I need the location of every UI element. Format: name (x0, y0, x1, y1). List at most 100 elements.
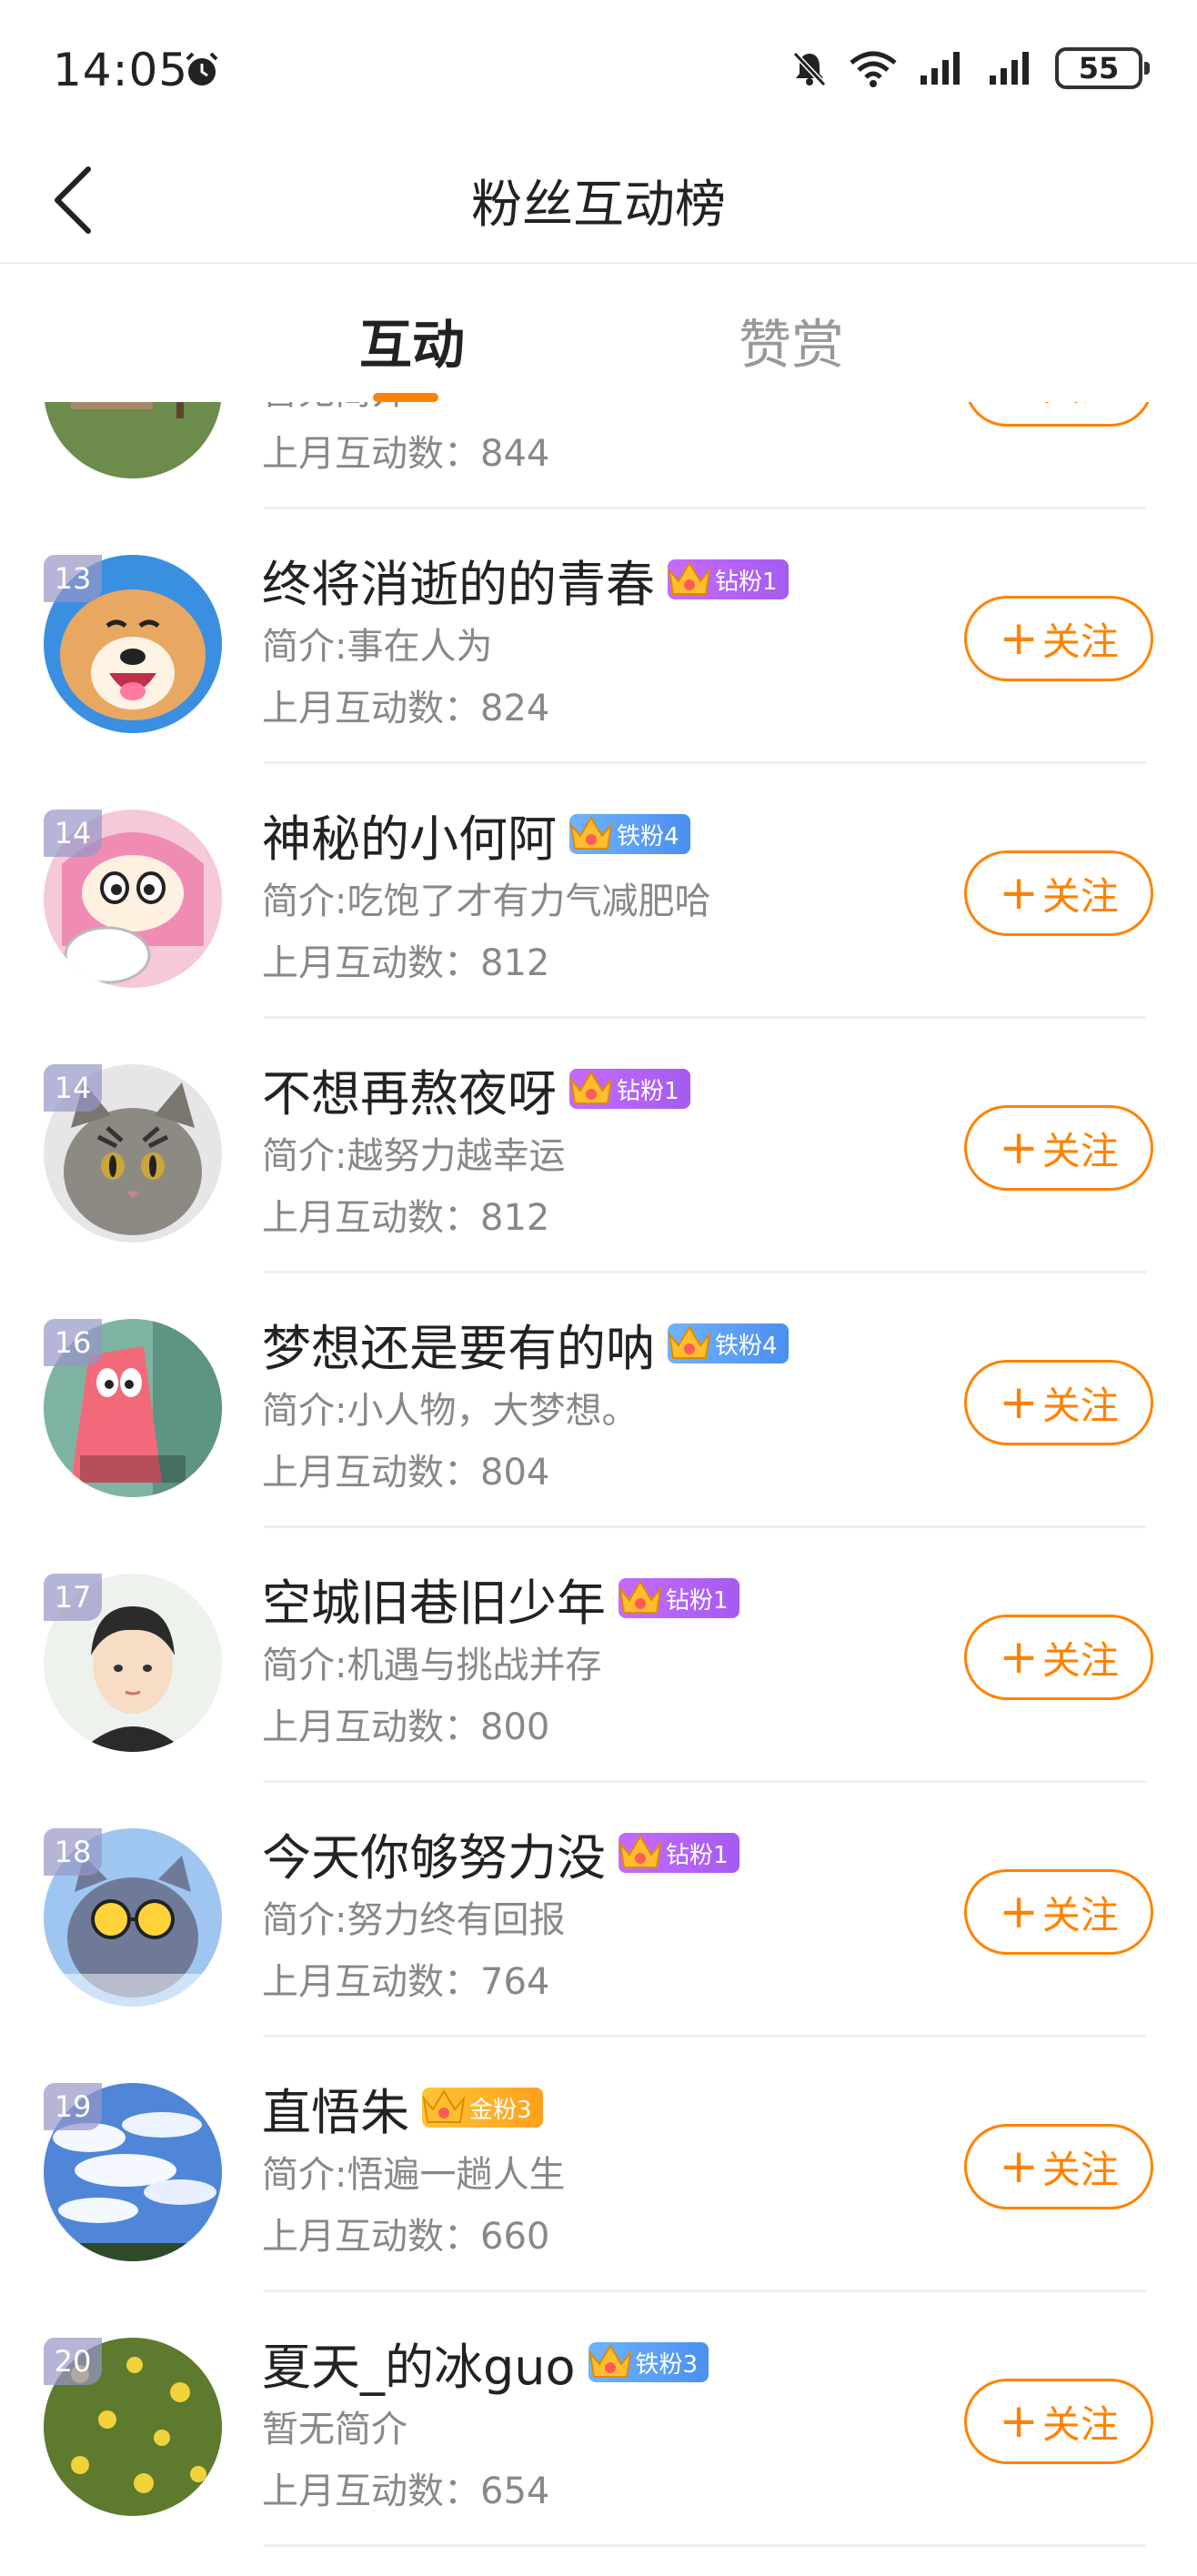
plus-icon: + (999, 1885, 1039, 1939)
fan-list[interactable]: 暂无简介 上月互动数：844 +关注 13 终将消逝的的青春 (0, 402, 1197, 2576)
count-label: 上月互动数： (262, 1452, 480, 1494)
fan-row: 13 终将消逝的的青春 钻粉1 简介:事在人为 上月互动数：824 + 关注 (0, 509, 1197, 764)
follow-button[interactable]: +关注 (964, 402, 1153, 427)
follow-label: 关注 (1041, 873, 1119, 919)
plus-icon: + (999, 611, 1039, 666)
user-name[interactable]: 今天你够努力没 (262, 1817, 606, 1889)
follow-label: 关注 (1041, 1383, 1119, 1428)
count-value: 800 (480, 1706, 550, 1748)
fan-badge-label: 铁粉4 (715, 1332, 778, 1360)
user-intro: 简介:悟遍一趟人生 (262, 2154, 566, 2196)
follow-button[interactable]: +关注 (964, 2124, 1153, 2209)
count-label: 上月互动数： (262, 1961, 480, 2003)
fan-row: 16 梦想还是要有的呐 铁粉4 简介:小人物，大梦想。 上月互动数：804 + … (0, 1273, 1197, 1528)
plus-icon: + (999, 1375, 1039, 1430)
interaction-count: 上月互动数：812 (262, 1188, 549, 1241)
fan-row: 19 直悟朱 金粉3 简介:悟遍一趟人生 上月互动数：660 + 关注 (0, 2038, 1197, 2292)
rank-badge: 19 (44, 2083, 102, 2130)
count-value: 812 (480, 942, 550, 984)
follow-label: 关注 (1041, 1892, 1119, 1937)
plus-icon: + (999, 1121, 1039, 1175)
wifi-icon (850, 51, 897, 87)
rank-badge: 14 (44, 1064, 102, 1112)
plus-icon: + (999, 402, 1039, 408)
interaction-count: 上月互动数：654 (262, 2461, 549, 2514)
fan-badge: 铁粉3 (588, 2342, 709, 2382)
status-icons: 55 (790, 45, 1150, 91)
avatar[interactable] (44, 402, 222, 478)
fan-row: 14 不想再熬夜呀 钻粉1 简介:越努力越幸运 上月互动数：812 + 关注 (0, 1019, 1197, 1273)
fan-badge: 铁粉4 (569, 814, 690, 854)
interaction-count: 上月互动数：844 (262, 424, 549, 477)
follow-label: 关注 (1041, 1637, 1119, 1683)
name-line: 神秘的小何阿 铁粉4 (262, 802, 690, 868)
fan-badge: 钻粉1 (569, 1069, 690, 1109)
crown-icon (588, 2344, 632, 2378)
name-line: 梦想还是要有的呐 铁粉4 (262, 1312, 789, 1377)
user-name[interactable]: 夏天_的冰guo (262, 2327, 576, 2399)
count-value: 764 (480, 1961, 550, 2003)
user-name[interactable]: 空城旧巷旧少年 (262, 1563, 606, 1635)
rank-badge: 16 (44, 1319, 102, 1366)
follow-button[interactable]: +关注 (964, 1615, 1153, 1700)
name-line: 今天你够努力没 钻粉1 (262, 1821, 739, 1887)
fan-row: 20 夏天_的冰guo 铁粉3 暂无简介 上月互动数：654 + 关注 (0, 2292, 1197, 2547)
tab-interaction[interactable]: 互动 (359, 302, 465, 378)
rank-badge: 13 (44, 555, 102, 602)
user-intro: 简介:小人物，大梦想。 (262, 1390, 639, 1432)
interaction-count: 上月互动数：812 (262, 933, 549, 986)
plus-icon: + (999, 2394, 1039, 2449)
tab-reward[interactable]: 赞赏 (739, 302, 844, 378)
user-intro: 暂无简介 (262, 2409, 407, 2450)
user-intro: 简介:越努力越幸运 (262, 1135, 566, 1177)
follow-button[interactable]: +关注 (964, 2379, 1153, 2464)
interaction-count: 上月互动数：660 (262, 2207, 549, 2259)
fan-badge-label: 钻粉1 (666, 1586, 729, 1615)
count-label: 上月互动数： (262, 2470, 480, 2512)
crown-icon (422, 2089, 466, 2123)
count-label: 上月互动数： (262, 433, 480, 475)
user-intro: 简介:机遇与挑战并存 (262, 1645, 602, 1686)
fan-badge-label: 金粉3 (469, 2096, 532, 2124)
user-name[interactable]: 神秘的小何阿 (262, 799, 557, 870)
tab-active-indicator (373, 393, 438, 402)
signal-icon (920, 52, 960, 85)
follow-label: 关注 (1041, 2401, 1119, 2447)
battery-level: 55 (1078, 51, 1120, 86)
crown-icon (569, 816, 613, 850)
follow-button[interactable]: +关注 (964, 596, 1153, 681)
crown-icon (619, 1835, 662, 1868)
alarm-icon (186, 52, 218, 86)
fan-badge-label: 钻粉1 (666, 1841, 729, 1869)
interaction-count: 上月互动数：824 (262, 679, 549, 731)
plus-icon: + (999, 1630, 1039, 1685)
battery-indicator: 55 (1055, 47, 1150, 89)
follow-button[interactable]: +关注 (964, 1105, 1153, 1191)
count-value: 824 (480, 688, 550, 730)
follow-label: 关注 (1041, 619, 1119, 664)
tab-bar: 互动 赞赏 (0, 266, 1197, 402)
interaction-count: 上月互动数：800 (262, 1697, 549, 1750)
follow-button[interactable]: +关注 (964, 1360, 1153, 1445)
user-name[interactable]: 终将消逝的的青春 (262, 544, 655, 616)
user-name[interactable]: 不想再熬夜呀 (262, 1053, 557, 1125)
user-intro: 暂无简介 (262, 402, 407, 415)
rank-badge: 14 (44, 810, 102, 857)
follow-button[interactable]: +关注 (964, 850, 1153, 936)
follow-label: 关注 (1042, 402, 1119, 412)
user-name[interactable]: 直悟朱 (262, 2072, 409, 2144)
rank-badge: 17 (44, 1574, 102, 1621)
user-name[interactable]: 梦想还是要有的呐 (262, 1308, 655, 1380)
name-line: 不想再熬夜呀 钻粉1 (262, 1057, 690, 1122)
follow-label: 关注 (1041, 1128, 1119, 1173)
follow-button[interactable]: +关注 (964, 1869, 1153, 1955)
fan-row: 18 今天你够努力没 钻粉1 简介:努力终有回报 上月互动数：764 + 关注 (0, 1783, 1197, 2038)
name-line: 终将消逝的的青春 钻粉1 (262, 548, 789, 613)
user-intro: 简介:努力终有回报 (262, 1899, 566, 1941)
fan-row: 暂无简介 上月互动数：844 +关注 (0, 402, 1197, 509)
fan-badge: 铁粉4 (668, 1323, 789, 1363)
count-value: 812 (480, 1197, 550, 1239)
count-value: 844 (480, 433, 550, 475)
name-line: 空城旧巷旧少年 钻粉1 (262, 1566, 739, 1632)
fan-badge: 金粉3 (422, 2088, 543, 2128)
